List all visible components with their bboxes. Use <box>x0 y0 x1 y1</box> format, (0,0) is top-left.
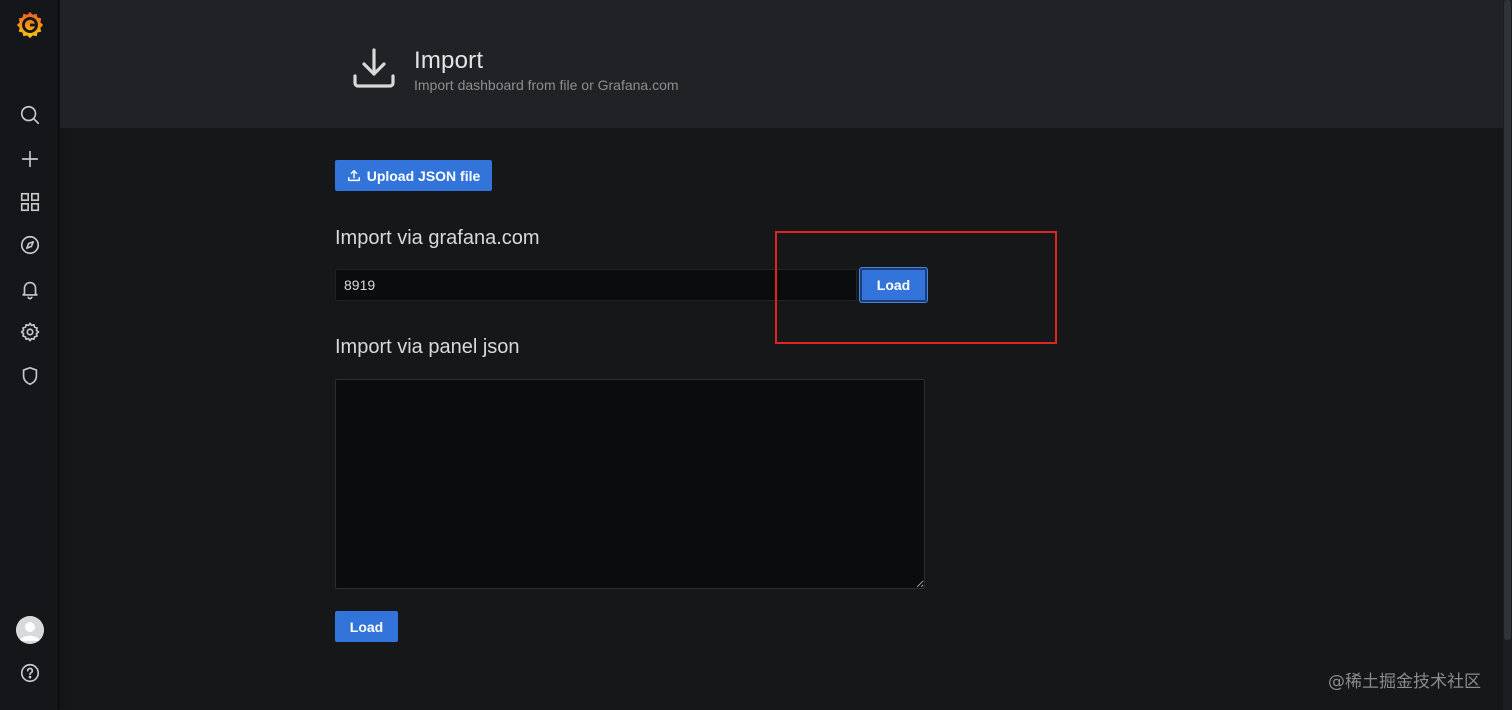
grafana-com-heading: Import via grafana.com <box>335 227 540 249</box>
page-subtitle: Import dashboard from file or Grafana.co… <box>414 77 679 93</box>
page-header: Import Import dashboard from file or Gra… <box>60 0 1503 128</box>
panel-json-load-button[interactable]: Load <box>335 611 398 642</box>
sidebar <box>0 0 59 710</box>
compass-icon[interactable] <box>17 232 43 258</box>
download-icon <box>351 45 397 91</box>
bell-icon[interactable] <box>17 276 43 302</box>
grafana-logo[interactable] <box>15 10 45 40</box>
shield-icon[interactable] <box>17 363 43 389</box>
search-icon[interactable] <box>17 102 43 128</box>
page-title: Import <box>414 47 484 74</box>
gear-icon[interactable] <box>17 319 43 345</box>
apps-icon[interactable] <box>17 189 43 215</box>
watermark: @稀土掘金技术社区 <box>1328 672 1481 692</box>
scrollbar-thumb[interactable] <box>1504 0 1511 640</box>
annotation-highlight-box <box>775 231 1057 344</box>
panel-json-heading: Import via panel json <box>335 336 520 358</box>
upload-icon <box>347 169 361 183</box>
upload-json-label: Upload JSON file <box>366 167 481 184</box>
question-circle-icon[interactable] <box>17 660 43 686</box>
plus-icon[interactable] <box>17 146 43 172</box>
upload-json-button[interactable]: Upload JSON file <box>335 160 492 191</box>
panel-json-textarea[interactable] <box>335 379 925 589</box>
avatar[interactable] <box>16 616 44 644</box>
